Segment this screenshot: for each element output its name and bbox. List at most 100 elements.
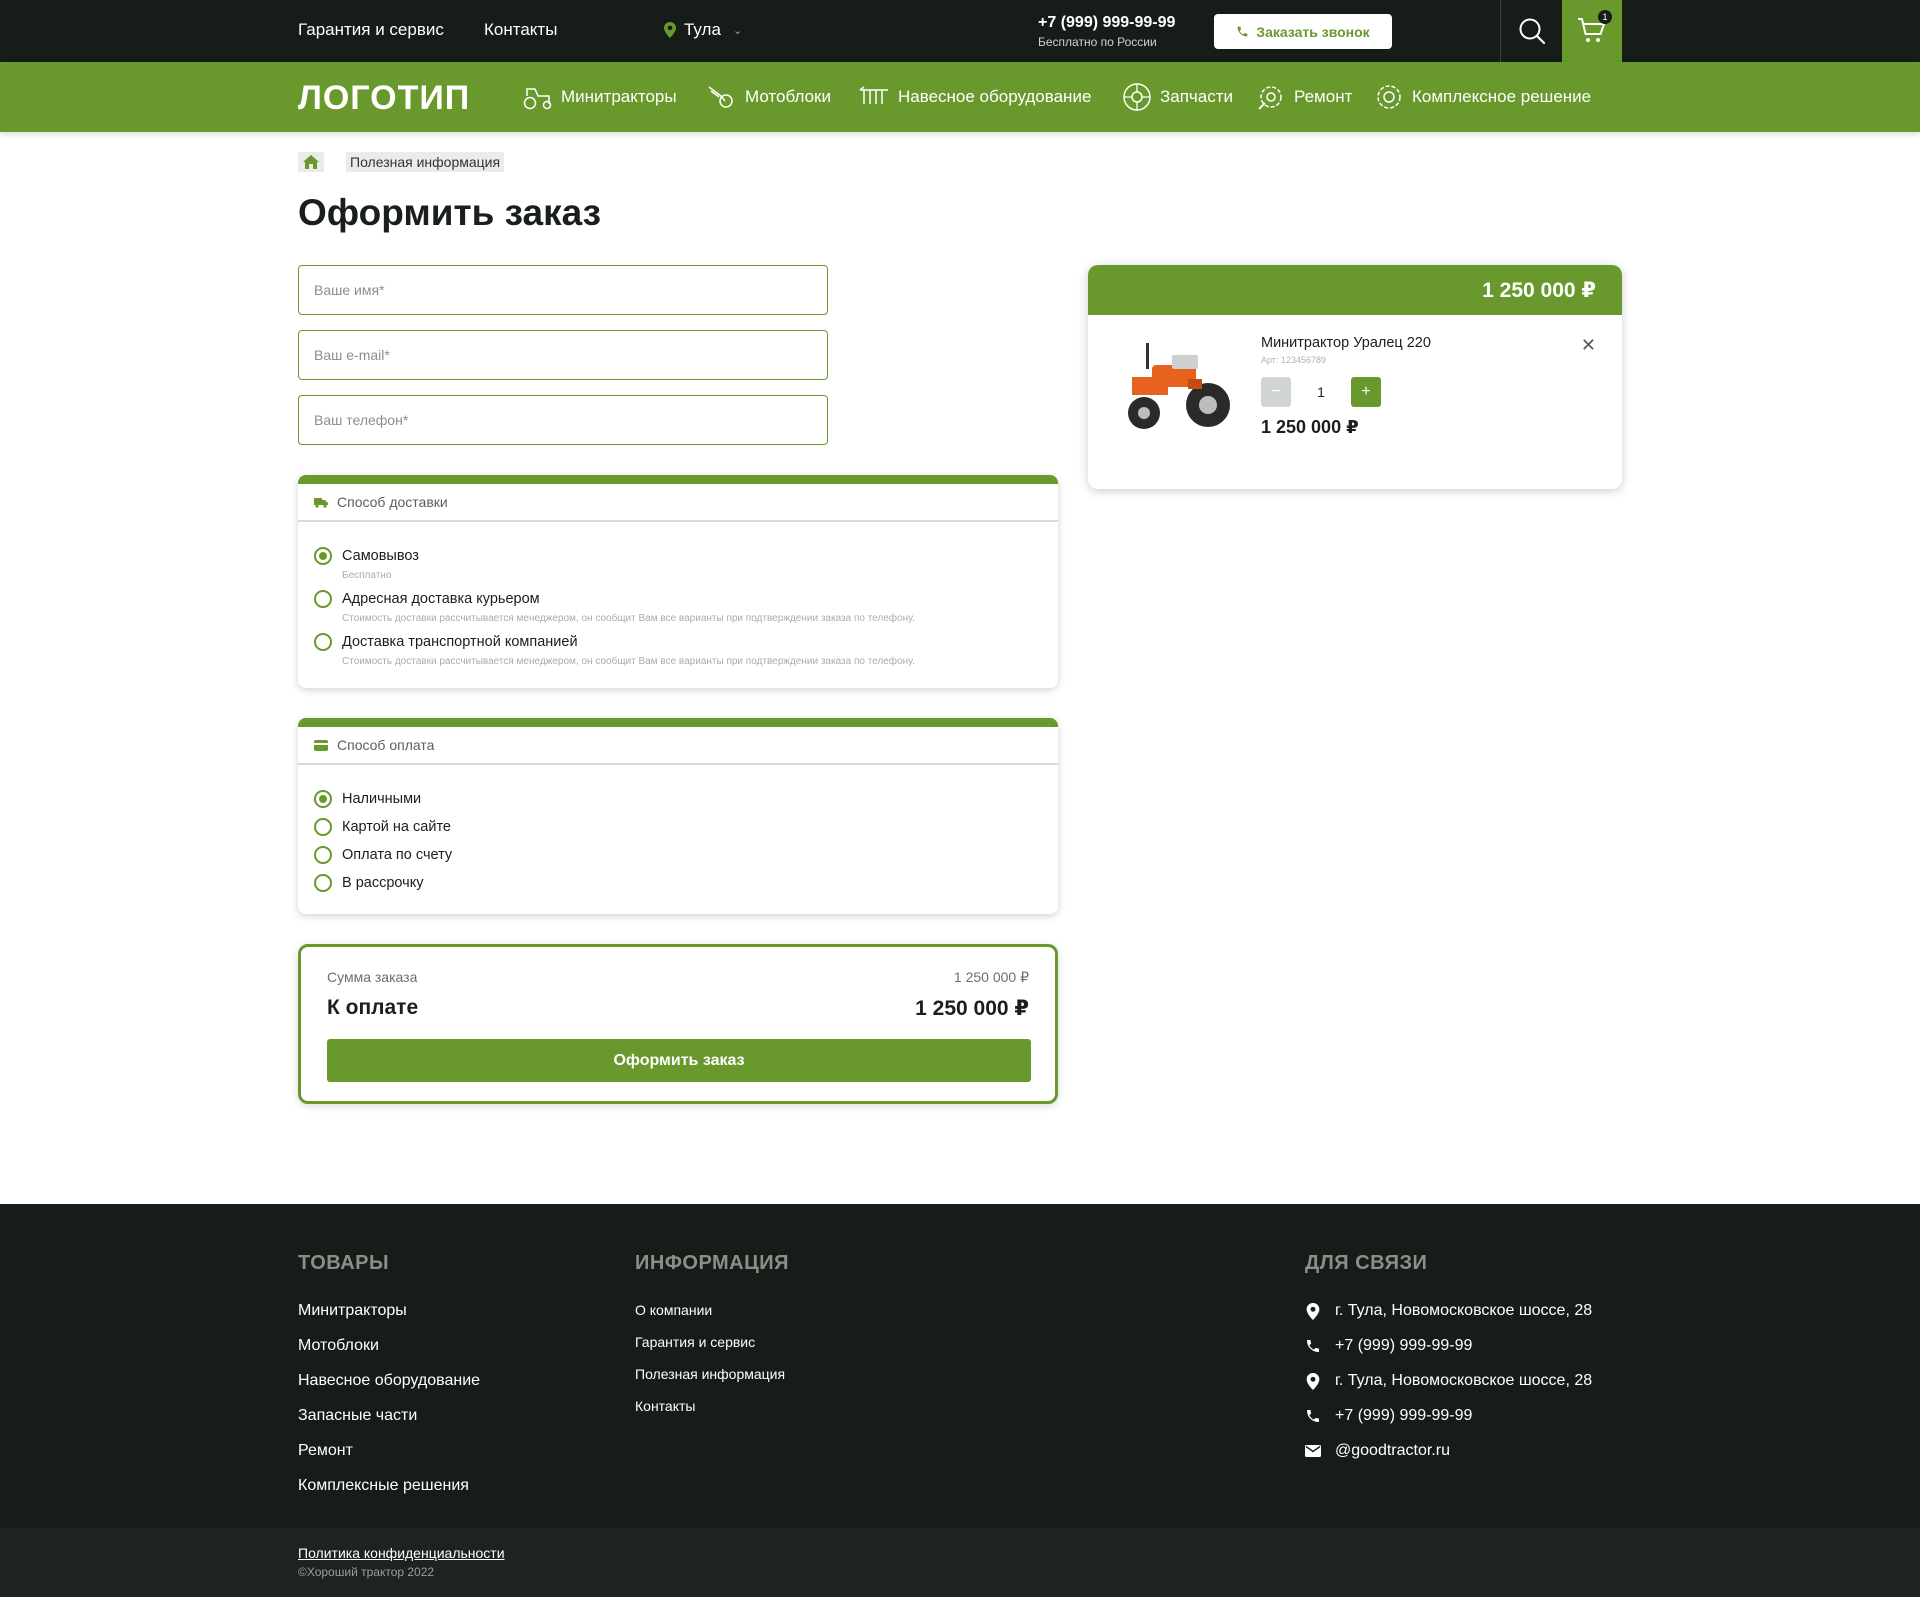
nav-item-complex[interactable]: Комплексное решение <box>1374 82 1591 112</box>
credit-card-icon <box>314 739 328 751</box>
privacy-policy-link[interactable]: Политика конфиденциальности <box>298 1545 505 1561</box>
header-phone[interactable]: +7 (999) 999-99-99 <box>1038 14 1175 32</box>
payment-title: Способ оплата <box>337 737 435 753</box>
cart-total: 1 250 000 ₽ <box>1088 265 1622 315</box>
location-pin-icon <box>1306 1302 1320 1320</box>
gear-wrench-icon <box>1258 86 1282 110</box>
product-name[interactable]: Минитрактор Уралец 220 <box>1261 335 1431 351</box>
radio[interactable] <box>314 590 332 608</box>
delivery-header: Способ доставки <box>298 484 1058 522</box>
phone-icon <box>1237 26 1248 37</box>
home-icon <box>303 155 319 169</box>
qty-value[interactable]: 1 <box>1291 384 1351 400</box>
bottom-bar: Политика конфиденциальности ©Хороший тра… <box>0 1528 1920 1597</box>
nav-item-label: Комплексное решение <box>1412 87 1592 106</box>
payment-option-invoice[interactable]: Оплата по счету <box>314 846 452 864</box>
footer-contact-text: +7 (999) 999-99-99 <box>1335 1407 1473 1424</box>
footer-goods-link[interactable]: Мотоблоки <box>298 1337 379 1355</box>
nav-item-label: Мотоблоки <box>745 87 831 106</box>
submit-order-button[interactable]: Оформить заказ <box>327 1039 1031 1082</box>
logo[interactable]: ЛОГОТИП <box>298 79 470 118</box>
breadcrumb-item[interactable]: Полезная информация <box>346 152 505 172</box>
footer-goods-link[interactable]: Ремонт <box>298 1442 353 1460</box>
cart-button[interactable]: 1 <box>1562 0 1622 62</box>
nav-item-minitractors[interactable]: Минитракторы <box>523 82 677 112</box>
location-pin-icon <box>664 22 676 38</box>
radio-selected[interactable] <box>314 547 332 565</box>
delivery-option-transport[interactable]: Доставка транспортной компанией <box>314 633 578 651</box>
cart-count-badge: 1 <box>1598 10 1612 24</box>
search-button[interactable] <box>1500 0 1562 62</box>
footer-goods-link[interactable]: Минитракторы <box>298 1302 407 1320</box>
breadcrumb-home[interactable] <box>298 152 324 172</box>
footer-goods-title: ТОВАРЫ <box>298 1252 390 1274</box>
nav-item-parts[interactable]: Запчасти <box>1122 82 1233 112</box>
payment-option-label: В рассрочку <box>342 875 424 891</box>
footer-email[interactable]: @goodtractor.ru <box>1305 1442 1450 1460</box>
email-field[interactable] <box>298 330 828 380</box>
footer: ТОВАРЫ Минитракторы Мотоблоки Навесное о… <box>0 1204 1920 1528</box>
footer-contact-text: @goodtractor.ru <box>1335 1442 1450 1459</box>
footer-phone[interactable]: +7 (999) 999-99-99 <box>1305 1407 1472 1425</box>
radio[interactable] <box>314 874 332 892</box>
footer-goods-link[interactable]: Запасные части <box>298 1407 417 1425</box>
radio[interactable] <box>314 818 332 836</box>
footer-info-link[interactable]: Контакты <box>635 1398 695 1414</box>
footer-contact-text: +7 (999) 999-99-99 <box>1335 1337 1473 1354</box>
payment-option-label: Наличными <box>342 791 422 807</box>
delivery-option-pickup[interactable]: Самовывоз <box>314 547 419 565</box>
delivery-option-note: Стоимость доставки рассчитывается менедж… <box>342 613 915 624</box>
to-pay-value: 1 250 000 ₽ <box>915 997 1029 1020</box>
nav-item-attachments[interactable]: Навесное оборудование <box>858 82 1091 112</box>
payment-option-card[interactable]: Картой на сайте <box>314 818 451 836</box>
search-icon <box>1519 18 1545 45</box>
name-field[interactable] <box>298 265 828 315</box>
delivery-option-note: Стоимость доставки рассчитывается менедж… <box>342 656 915 667</box>
radio[interactable] <box>314 633 332 651</box>
location-pin-icon <box>1306 1372 1320 1390</box>
order-sum-label: Сумма заказа <box>327 969 418 985</box>
header-phone-note: Бесплатно по России <box>1038 35 1157 49</box>
payment-option-installment[interactable]: В рассрочку <box>314 874 423 892</box>
footer-address: г. Тула, Новомосковское шоссе, 28 <box>1305 1372 1592 1390</box>
motoblock-icon <box>708 86 733 108</box>
qty-minus-button[interactable]: − <box>1261 377 1291 407</box>
remove-item-close-icon[interactable]: ✕ <box>1581 335 1596 356</box>
delivery-option-label: Доставка транспортной компанией <box>342 634 578 650</box>
delivery-option-label: Адресная доставка курьером <box>342 591 540 607</box>
radio[interactable] <box>314 846 332 864</box>
product-image <box>1128 343 1230 429</box>
footer-info-title: ИНФОРМАЦИЯ <box>635 1252 789 1274</box>
tractor-icon <box>523 88 552 110</box>
qty-plus-button[interactable]: + <box>1351 377 1381 407</box>
footer-info-link[interactable]: О компании <box>635 1302 712 1318</box>
footer-info-link[interactable]: Полезная информация <box>635 1366 785 1382</box>
chevron-down-icon: ⌄ <box>732 24 743 37</box>
footer-phone[interactable]: +7 (999) 999-99-99 <box>1305 1337 1472 1355</box>
city-selector[interactable]: Тула ⌄ <box>664 20 742 40</box>
nav-item-repair[interactable]: Ремонт <box>1256 82 1352 112</box>
wheel-icon <box>1123 83 1151 111</box>
nav-item-label: Запчасти <box>1160 87 1234 106</box>
phone-icon <box>1307 1410 1319 1422</box>
order-summary: Сумма заказа 1 250 000 ₽ К оплате 1 250 … <box>298 944 1058 1104</box>
footer-info-link[interactable]: Гарантия и сервис <box>635 1334 755 1350</box>
mail-icon <box>1305 1445 1321 1457</box>
nav-item-label: Минитракторы <box>561 87 677 106</box>
order-sum-value: 1 250 000 ₽ <box>953 969 1029 985</box>
nav-item-label: Ремонт <box>1294 87 1353 106</box>
payment-option-label: Оплата по счету <box>342 847 453 863</box>
delivery-option-courier[interactable]: Адресная доставка курьером <box>314 590 540 608</box>
copyright: ©Хороший трактор 2022 <box>298 1565 435 1579</box>
top-link-warranty[interactable]: Гарантия и сервис <box>298 20 444 40</box>
callback-button[interactable]: Заказать звонок <box>1214 14 1392 49</box>
payment-option-cash[interactable]: Наличными <box>314 790 421 808</box>
phone-field[interactable] <box>298 395 828 445</box>
footer-goods-link[interactable]: Комплексные решения <box>298 1477 469 1495</box>
payment-option-label: Картой на сайте <box>342 819 451 835</box>
nav-item-motoblocks[interactable]: Мотоблоки <box>707 82 831 112</box>
cart-panel: 1 250 000 ₽ Минитрактор Уралец 220 Арт: … <box>1088 265 1622 489</box>
radio-selected[interactable] <box>314 790 332 808</box>
footer-goods-link[interactable]: Навесное оборудование <box>298 1372 480 1390</box>
top-link-contacts[interactable]: Контакты <box>484 20 557 40</box>
